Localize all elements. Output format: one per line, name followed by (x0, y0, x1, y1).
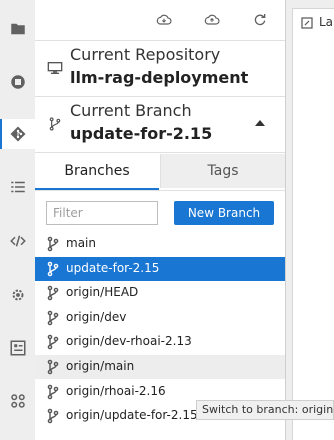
branch-item-label: origin/dev (66, 310, 127, 324)
code-tab[interactable] (0, 226, 35, 256)
property-inspector-tab[interactable] (0, 333, 35, 363)
branch-item[interactable]: origin/HEAD (35, 281, 285, 305)
current-branch-name: update-for-2.15 (70, 124, 213, 143)
git-panel: Current Repository llm-rag-deployment Cu… (35, 0, 286, 440)
push-cloud-icon (204, 14, 220, 25)
push-button[interactable] (202, 10, 222, 30)
filter-input[interactable] (46, 201, 158, 225)
git-toolbar (35, 0, 285, 41)
current-repository[interactable]: Current Repository llm-rag-deployment (35, 40, 285, 97)
git-tab[interactable] (0, 119, 35, 149)
editor-body (292, 36, 334, 440)
extension-gear-icon (12, 289, 23, 301)
branch-item-label: origin/rhoai-2.16 (66, 384, 166, 398)
toc-icon (10, 181, 25, 193)
branch-icon (47, 359, 59, 375)
folder-icon (10, 23, 25, 35)
file-browser-tab[interactable] (0, 14, 35, 44)
branch-item[interactable]: origin/main (35, 355, 285, 379)
git-icon (10, 126, 25, 142)
current-repository-name: llm-rag-deployment (70, 68, 249, 87)
pull-cloud-icon (156, 14, 172, 25)
extension-settings-tab[interactable] (0, 280, 35, 310)
branch-icon (47, 261, 59, 277)
branch-item-label: origin/update-for-2.15 (66, 408, 198, 422)
branch-item-label: origin/main (66, 359, 135, 373)
tooltip: Switch to branch: origin/m (196, 400, 334, 420)
branch-icon (47, 236, 59, 252)
branch-item-label: origin/dev-rhoai-2.13 (66, 334, 192, 348)
desktop-icon (47, 62, 63, 74)
branch-icon (49, 117, 61, 131)
launcher-tab[interactable]: Lau (292, 8, 334, 37)
edit-icon (301, 17, 313, 29)
branch-item[interactable]: update-for-2.15 (35, 257, 285, 281)
tab-branches[interactable]: Branches (35, 154, 159, 191)
property-inspector-icon (10, 340, 25, 356)
code-icon (9, 235, 26, 247)
editor-area: Lau (286, 0, 334, 440)
branch-item[interactable]: origin/dev (35, 306, 285, 330)
branch-icon (47, 334, 59, 350)
branch-icon (47, 310, 59, 326)
extension-manager-icon (10, 394, 25, 408)
branch-icon (47, 285, 59, 301)
extension-manager-tab[interactable] (0, 386, 35, 416)
caret-up-icon[interactable] (255, 120, 265, 126)
branch-icon (47, 384, 59, 400)
new-branch-button[interactable]: New Branch (174, 201, 274, 225)
current-branch-label: Current Branch (70, 101, 192, 120)
table-of-contents-tab[interactable] (0, 172, 35, 202)
refresh-icon (254, 14, 266, 26)
branch-item-label: origin/HEAD (66, 285, 139, 299)
refresh-button[interactable] (250, 10, 270, 30)
branch-item-label: main (66, 236, 96, 250)
running-sessions-tab[interactable] (0, 67, 35, 97)
launcher-tab-label: Lau (319, 15, 334, 29)
current-branch[interactable]: Current Branch update-for-2.15 (35, 96, 285, 153)
branch-item[interactable]: main (35, 232, 285, 256)
running-icon (10, 75, 25, 89)
branch-tabs: Branches Tags (35, 154, 285, 191)
tab-tags[interactable]: Tags (160, 154, 285, 188)
current-repository-label: Current Repository (70, 45, 221, 64)
activity-bar (0, 0, 36, 440)
branch-icon (47, 408, 59, 424)
branch-item-label: update-for-2.15 (66, 261, 160, 275)
branch-item[interactable]: origin/dev-rhoai-2.13 (35, 330, 285, 354)
divider (35, 190, 285, 191)
pull-button[interactable] (154, 10, 174, 30)
